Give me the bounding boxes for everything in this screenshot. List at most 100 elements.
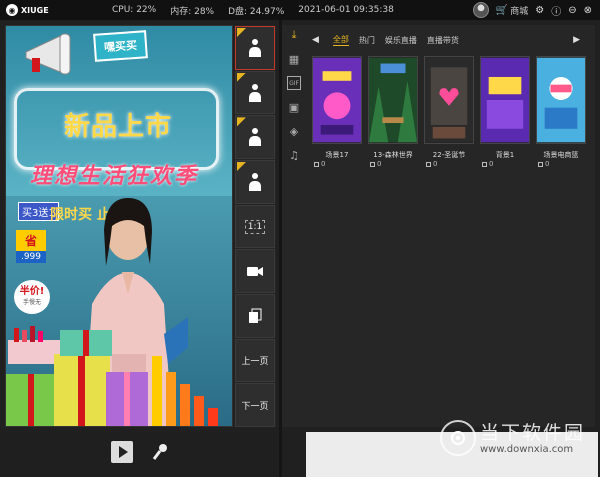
system-stats: CPU: 22% 内存: 28% D盘: 24.97% 2021-06-01 0… [112, 0, 394, 20]
music-icon[interactable]: ♫ [287, 148, 301, 162]
tab-entertainment-live[interactable]: 娱乐直播 [385, 35, 417, 46]
scene-name: 场景17 [325, 151, 349, 159]
promo-sign: 嘿买买 [93, 30, 148, 62]
layout-single-mid-button[interactable] [235, 70, 275, 115]
scene-name: 13-森林世界 [373, 151, 413, 159]
memory-stat: 内存: 28% [170, 6, 215, 17]
microphone-button[interactable] [150, 441, 170, 463]
logo-text: XIUGE [21, 5, 49, 15]
layout-single-large-button[interactable] [235, 160, 275, 204]
scene-thumbnail [536, 56, 586, 144]
gift-box-top [60, 330, 112, 356]
tab-live-commerce[interactable]: 直播带货 [427, 35, 459, 46]
promo-title: 新品上市 [64, 112, 173, 142]
scene-count: 0 [433, 160, 438, 168]
play-button[interactable] [111, 441, 133, 463]
scene-grid: 场景17 0 13-森林世界 0 22-圣诞节 0 背景1 0 场景电商篮 0 [312, 56, 586, 168]
scene-count-icon [426, 161, 431, 167]
watermark-text: 当下软件园 [480, 422, 586, 444]
copy-button[interactable] [235, 294, 275, 338]
gif-icon[interactable]: GIF [287, 76, 301, 90]
layout-single-top-button[interactable] [235, 26, 275, 70]
image-icon[interactable]: ▣ [287, 100, 301, 114]
scene-meta: 0 [370, 160, 418, 168]
scene-count: 0 [545, 160, 550, 168]
watermark-logo-icon [440, 420, 476, 456]
shop-button[interactable]: 🛒 商城 [496, 4, 528, 17]
stack-icon[interactable]: ◈ [287, 124, 301, 138]
scene-card[interactable]: 22-圣诞节 0 [424, 56, 474, 168]
close-icon[interactable]: ⊗ [584, 5, 592, 16]
scene-name: 22-圣诞节 [432, 151, 466, 159]
next-page-button[interactable]: 下一页 [235, 383, 275, 428]
scene-thumbnail [424, 56, 474, 144]
scene-meta: 0 [426, 160, 474, 168]
camera-button[interactable] [235, 249, 275, 294]
sale-tag-top: 省 [16, 230, 46, 251]
category-sidebar: ⤓ ▦ GIF ▣ ◈ ♫ [282, 28, 306, 162]
sale-tag-price: .999 [16, 251, 46, 263]
film-icon[interactable]: ▦ [287, 52, 301, 66]
scene-card[interactable]: 背景1 0 [480, 56, 530, 168]
scene-card[interactable]: 场景电商篮 0 [536, 56, 586, 168]
watermark-url: www.downxia.com [480, 444, 574, 455]
megaphone-icon [25, 33, 71, 75]
scene-tabs: ◀ 全部 热门 娱乐直播 直播带货 ▶ [312, 32, 592, 48]
gift-boxes [6, 354, 218, 426]
playback-bar [0, 432, 278, 477]
scene-count: 0 [321, 160, 326, 168]
scene-name: 背景1 [495, 151, 515, 159]
scene-card[interactable]: 13-森林世界 0 [368, 56, 418, 168]
top-right-controls: 🛒 商城 ⚙ ⓘ ⊖ ⊗ [472, 0, 592, 20]
scene-meta: 0 [538, 160, 586, 168]
app-logo: ◉ XIUGE [6, 4, 49, 16]
scene-meta: 0 [314, 160, 362, 168]
doc-corner-icon [237, 28, 246, 37]
tabs-next-arrow-icon[interactable]: ▶ [573, 35, 580, 45]
download-icon[interactable]: ⤓ [287, 28, 301, 42]
person-icon [248, 38, 262, 57]
tabs-prev-arrow-icon[interactable]: ◀ [312, 35, 319, 45]
scene-meta: 0 [482, 160, 530, 168]
live-preview[interactable]: 嘿买买 新品上市 理想生活狂欢季 买3送1 限时买 止5折 省 .999 半价!… [5, 25, 233, 427]
half-price-small: 手慢无 [22, 299, 41, 306]
doc-corner-icon [237, 117, 246, 127]
scene-count-icon [482, 161, 487, 167]
scene-thumbnail [368, 56, 418, 144]
user-avatar[interactable] [472, 2, 489, 18]
scene-count: 0 [377, 160, 382, 168]
scene-thumbnail [312, 56, 362, 144]
cart-icon: 🛒 [495, 4, 509, 16]
cpu-stat: CPU: 22% [112, 5, 157, 15]
ratio-button[interactable]: 1:1 [235, 204, 275, 249]
person-icon [248, 128, 262, 147]
info-icon[interactable]: ⓘ [551, 3, 561, 18]
scene-card[interactable]: 场景17 0 [312, 56, 362, 168]
top-bar: ◉ XIUGE CPU: 22% 内存: 28% D盘: 24.97% 2021… [0, 0, 600, 20]
scene-count-icon [370, 161, 375, 167]
scene-count-icon [314, 161, 319, 167]
ratio-label: 1:1 [244, 219, 266, 234]
gear-icon[interactable]: ⚙ [535, 5, 544, 16]
scene-count-icon [538, 161, 543, 167]
sale-tag: 省 .999 [16, 230, 46, 263]
person-icon [248, 83, 262, 102]
doc-corner-icon [237, 72, 246, 82]
scene-name: 场景电商篮 [543, 151, 579, 159]
microphone-icon [152, 444, 167, 460]
tab-hot[interactable]: 热门 [359, 35, 375, 46]
layout-toolbar: 1:1 上一页 下一页 [234, 25, 276, 428]
app-window: ◉ XIUGE CPU: 22% 内存: 28% D盘: 24.97% 2021… [0, 0, 600, 477]
person-icon [248, 172, 262, 191]
play-icon [118, 446, 128, 458]
next-page-label: 下一页 [241, 401, 269, 412]
tab-all[interactable]: 全部 [332, 34, 349, 46]
shop-label: 商城 [510, 6, 529, 17]
prev-page-button[interactable]: 上一页 [235, 338, 275, 383]
minimize-icon[interactable]: ⊖ [568, 5, 576, 16]
disk-stat: D盘: 24.97% [228, 6, 285, 17]
scene-count: 0 [489, 160, 494, 168]
copy-icon [249, 308, 262, 323]
half-price-badge: 半价! 手慢无 [14, 280, 50, 314]
layout-single-bottom-button[interactable] [235, 115, 275, 160]
